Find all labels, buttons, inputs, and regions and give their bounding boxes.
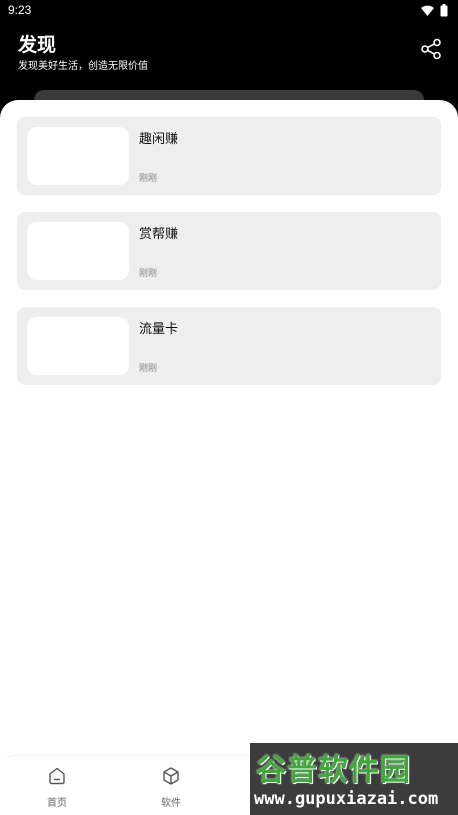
page-title: 发现 (18, 34, 57, 56)
card-title: 流量卡 (139, 322, 179, 337)
card-title: 趣闲赚 (139, 132, 179, 147)
tab-software-label: 软件 (161, 798, 181, 809)
status-bar: 9:23 (0, 0, 458, 22)
card-title: 赏帮赚 (139, 227, 179, 242)
card-thumbnail (27, 222, 129, 280)
wifi-icon (421, 5, 434, 16)
content-sheet: 趣闲赚 刚刚 赏帮赚 刚刚 流量卡 刚刚 (0, 100, 458, 815)
card-time: 刚刚 (139, 364, 158, 374)
list-item-card[interactable]: 赏帮赚 刚刚 (17, 212, 441, 290)
list-item-card[interactable]: 流量卡 刚刚 (17, 307, 441, 385)
cube-icon (163, 767, 179, 785)
watermark: 谷普软件园 www.gupuxiazai.com (250, 743, 458, 815)
tab-home[interactable]: 首页 (27, 766, 87, 809)
card-thumbnail (27, 317, 129, 375)
page-subtitle: 发现美好生活，创造无限价值 (18, 61, 148, 72)
tab-software[interactable]: 软件 (141, 766, 201, 809)
share-icon[interactable] (420, 38, 442, 60)
card-thumbnail (27, 127, 129, 185)
list-item-card[interactable]: 趣闲赚 刚刚 (17, 117, 441, 195)
battery-icon (440, 4, 448, 17)
status-time: 9:23 (8, 3, 32, 17)
home-icon (49, 767, 65, 785)
watermark-text: 谷普软件园 (256, 753, 411, 788)
card-time: 刚刚 (139, 269, 158, 279)
card-time: 刚刚 (139, 174, 158, 184)
watermark-url: www.gupuxiazai.com (254, 789, 439, 809)
status-icons (421, 4, 448, 17)
tab-home-label: 首页 (47, 798, 67, 809)
